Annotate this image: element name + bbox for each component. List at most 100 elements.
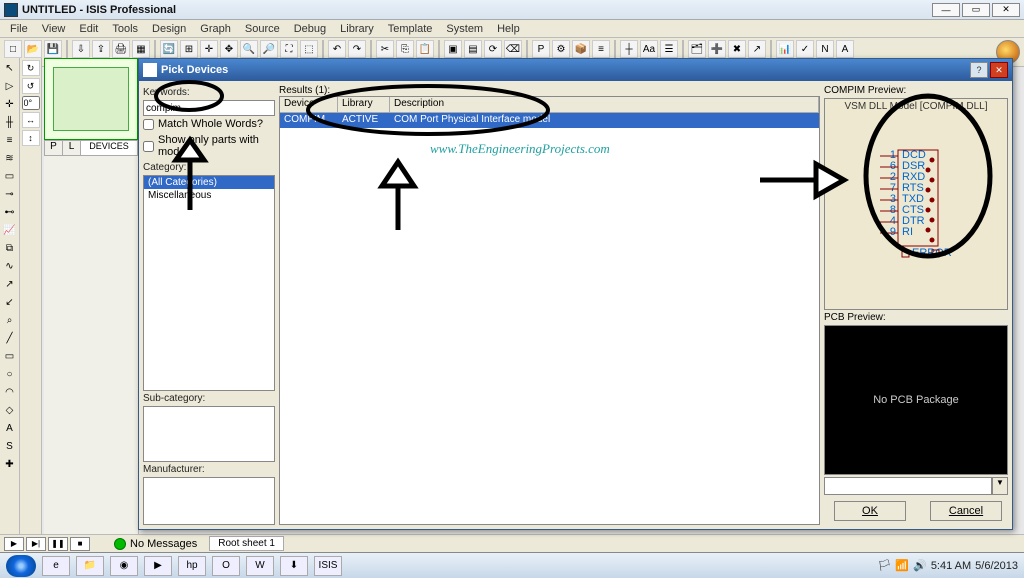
paste-icon[interactable]: 📋 (416, 40, 434, 58)
menu-edit[interactable]: Edit (73, 22, 104, 36)
keywords-input[interactable] (143, 100, 275, 116)
cut-icon[interactable]: ✂ (376, 40, 394, 58)
col-device[interactable]: Device (280, 97, 338, 112)
table-row[interactable]: COMPIM ACTIVE COM Port Physical Interfac… (280, 113, 819, 128)
task-idm-icon[interactable]: ⬇ (280, 556, 308, 576)
dialog-title-bar[interactable]: Pick Devices ? ✕ (139, 59, 1012, 81)
task-media-icon[interactable]: ▶ (144, 556, 172, 576)
menu-template[interactable]: Template (382, 22, 439, 36)
instruments-icon[interactable]: ⌕ (2, 312, 18, 328)
decompose-icon[interactable]: ≡ (592, 40, 610, 58)
block-rotate-icon[interactable]: ⟳ (484, 40, 502, 58)
rotate-ccw-icon[interactable]: ↺ (22, 78, 40, 94)
marker-icon[interactable]: ✚ (2, 456, 18, 472)
import-icon[interactable]: ⇩ (72, 40, 90, 58)
new-sheet-icon[interactable]: ➕ (708, 40, 726, 58)
maximize-button[interactable]: ▭ (962, 3, 990, 17)
mirror-y-icon[interactable]: ↕ (22, 130, 40, 146)
zoom-all-icon[interactable]: ⛶ (280, 40, 298, 58)
exit-parent-icon[interactable]: ↗ (748, 40, 766, 58)
menu-library[interactable]: Library (334, 22, 380, 36)
circle-icon[interactable]: ○ (2, 366, 18, 382)
show-models-checkbox[interactable] (143, 141, 154, 152)
design-explorer-icon[interactable]: 🗂 (688, 40, 706, 58)
text-icon[interactable]: A (2, 420, 18, 436)
line-icon[interactable]: ╱ (2, 330, 18, 346)
category-listbox[interactable]: (All Categories) Miscellaneous (143, 175, 275, 391)
mirror-x-icon[interactable]: ↔ (22, 112, 40, 128)
text-script-icon[interactable]: ≡ (2, 132, 18, 148)
subcircuit-icon[interactable]: ▭ (2, 168, 18, 184)
step-icon[interactable]: ▶| (26, 537, 46, 551)
col-description[interactable]: Description (390, 97, 819, 112)
play-icon[interactable]: ▶ (4, 537, 24, 551)
start-button[interactable] (6, 555, 36, 577)
cancel-button[interactable]: Cancel (930, 501, 1002, 521)
menu-tools[interactable]: Tools (106, 22, 144, 36)
tray-sound-icon[interactable]: 🔊 (913, 559, 927, 572)
print-icon[interactable]: 🖨 (112, 40, 130, 58)
graph-icon[interactable]: 📈 (2, 222, 18, 238)
menu-view[interactable]: View (36, 22, 72, 36)
close-button[interactable]: ✕ (992, 3, 1020, 17)
wire-label-icon[interactable]: ╫ (2, 114, 18, 130)
minimize-button[interactable]: — (932, 3, 960, 17)
rotate-cw-icon[interactable]: ↻ (22, 60, 40, 76)
copy-icon[interactable]: ⎘ (396, 40, 414, 58)
task-ie-icon[interactable]: e (42, 556, 70, 576)
task-chrome-icon[interactable]: ◉ (110, 556, 138, 576)
tray-network-icon[interactable]: 📶 (895, 559, 909, 572)
voltage-probe-icon[interactable]: ↗ (2, 276, 18, 292)
menu-debug[interactable]: Debug (288, 22, 332, 36)
ok-button[interactable]: OK (834, 501, 906, 521)
make-device-icon[interactable]: ⚙ (552, 40, 570, 58)
dialog-close-button[interactable]: ✕ (990, 62, 1008, 78)
task-opera-icon[interactable]: O (212, 556, 240, 576)
tray-flag-icon[interactable]: 🏳 (877, 559, 891, 572)
system-tray[interactable]: 🏳 📶 🔊 5:41 AM 5/6/2013 (877, 559, 1018, 572)
menu-file[interactable]: File (4, 22, 34, 36)
pan-icon[interactable]: ✥ (220, 40, 238, 58)
erc-icon[interactable]: ✓ (796, 40, 814, 58)
rotation-input[interactable] (22, 96, 40, 110)
export-icon[interactable]: ⇪ (92, 40, 110, 58)
sheet-tab[interactable]: Root sheet 1 (209, 536, 284, 551)
bom-icon[interactable]: 📊 (776, 40, 794, 58)
match-whole-checkbox[interactable] (143, 119, 154, 130)
menu-help[interactable]: Help (491, 22, 526, 36)
package-combo-input[interactable] (824, 477, 992, 495)
p-button[interactable]: P (45, 141, 63, 155)
open-icon[interactable]: 📂 (24, 40, 42, 58)
device-pin-icon[interactable]: ⊷ (2, 204, 18, 220)
pick-icon[interactable]: P (532, 40, 550, 58)
property-icon[interactable]: ☰ (660, 40, 678, 58)
netlist-icon[interactable]: N (816, 40, 834, 58)
zoom-area-icon[interactable]: ⬚ (300, 40, 318, 58)
menu-design[interactable]: Design (146, 22, 192, 36)
current-probe-icon[interactable]: ↙ (2, 294, 18, 310)
new-icon[interactable]: □ (4, 40, 22, 58)
bus-icon[interactable]: ≋ (2, 150, 18, 166)
overview-window[interactable] (44, 58, 138, 140)
selection-icon[interactable]: ↖ (2, 60, 18, 76)
refresh-icon[interactable]: 🔄 (160, 40, 178, 58)
box-icon[interactable]: ▭ (2, 348, 18, 364)
tape-icon[interactable]: ⧉ (2, 240, 18, 256)
task-word-icon[interactable]: W (246, 556, 274, 576)
package-combo-dropdown[interactable]: ▼ (992, 477, 1008, 495)
menu-graph[interactable]: Graph (194, 22, 237, 36)
terminal-icon[interactable]: ⊸ (2, 186, 18, 202)
packaging-icon[interactable]: 📦 (572, 40, 590, 58)
col-library[interactable]: Library (338, 97, 390, 112)
redo-icon[interactable]: ↷ (348, 40, 366, 58)
l-button[interactable]: L (63, 141, 81, 155)
save-icon[interactable]: 💾 (44, 40, 62, 58)
area-icon[interactable]: ▦ (132, 40, 150, 58)
origin-icon[interactable]: ✛ (200, 40, 218, 58)
pause-icon[interactable]: ❚❚ (48, 537, 68, 551)
junction-icon[interactable]: ✛ (2, 96, 18, 112)
component-icon[interactable]: ▷ (2, 78, 18, 94)
task-hp-icon[interactable]: hp (178, 556, 206, 576)
dialog-help-button[interactable]: ? (970, 62, 988, 78)
task-isis-icon[interactable]: ISIS (314, 556, 342, 576)
